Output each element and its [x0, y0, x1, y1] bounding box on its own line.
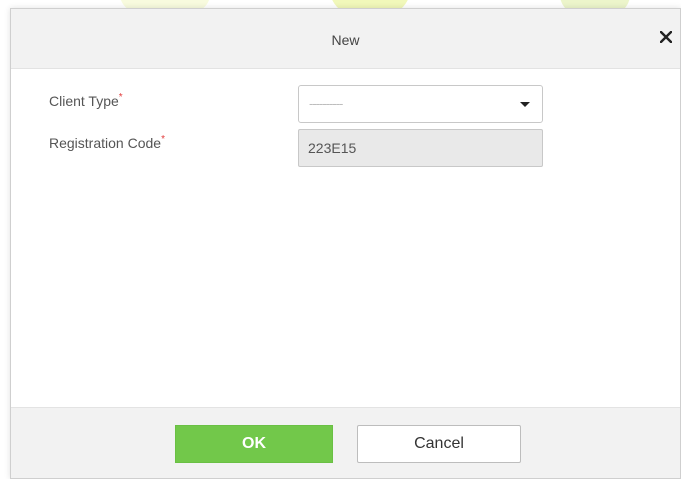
client-type-selected-value: ---------- — [309, 96, 343, 111]
registration-code-label: Registration Code* — [49, 134, 165, 151]
client-type-label-text: Client Type — [49, 93, 119, 109]
cancel-button[interactable]: Cancel — [357, 425, 521, 463]
page-backdrop: New Client Type* ---------- Registration… — [0, 0, 681, 479]
dialog-header: New — [11, 9, 680, 69]
client-type-label: Client Type* — [49, 92, 123, 109]
client-type-select[interactable]: ---------- — [298, 85, 543, 123]
dialog-footer: OK Cancel — [11, 407, 680, 478]
client-type-row: Client Type* ---------- — [11, 85, 680, 125]
registration-code-label-text: Registration Code — [49, 135, 162, 151]
required-mark: * — [161, 134, 165, 145]
required-mark: * — [118, 92, 123, 103]
ok-button[interactable]: OK — [175, 425, 333, 463]
registration-code-row: Registration Code* — [11, 127, 680, 167]
new-dialog: New Client Type* ---------- Registration… — [10, 8, 681, 479]
chevron-down-icon — [520, 102, 530, 107]
registration-code-input[interactable] — [298, 129, 543, 167]
dialog-title: New — [331, 32, 360, 48]
close-button[interactable] — [654, 23, 678, 51]
close-icon — [660, 31, 672, 43]
